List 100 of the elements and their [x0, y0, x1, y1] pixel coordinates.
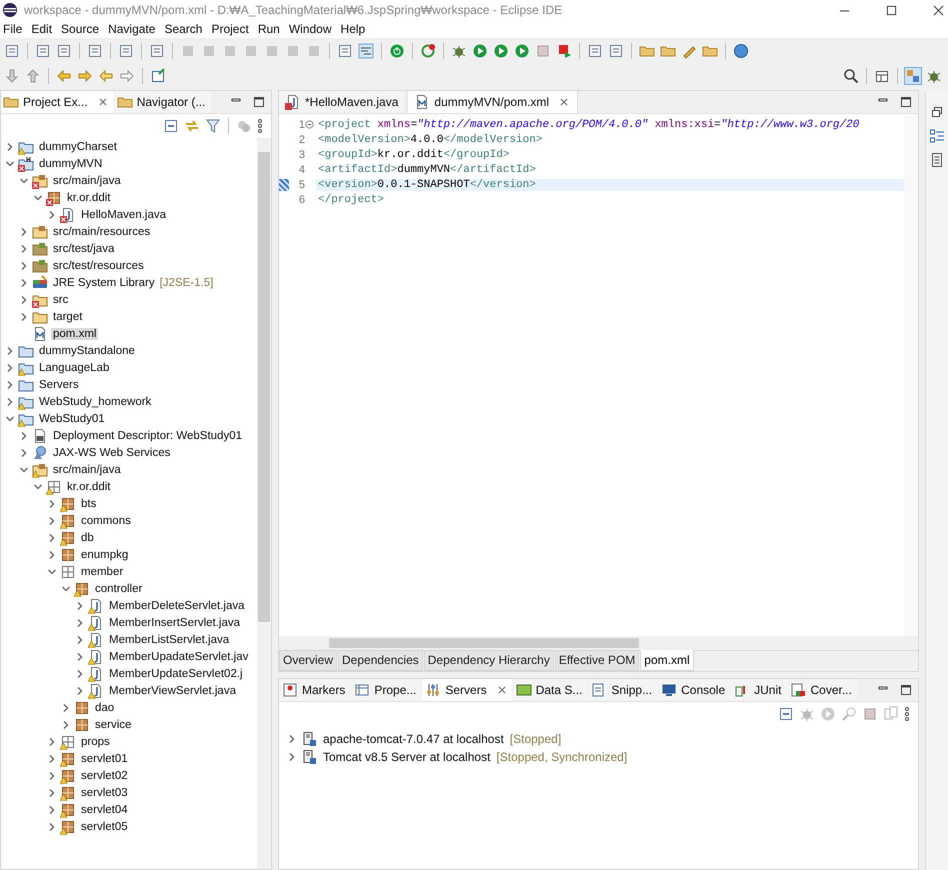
- expand-toggle-icon[interactable]: [5, 362, 15, 372]
- editor-tab[interactable]: dummyMVN/pom.xml: [408, 91, 578, 113]
- tree-item[interactable]: MemberUpdateServlet02.j: [107, 668, 245, 680]
- maximize-icon[interactable]: [900, 684, 912, 696]
- tree-item[interactable]: src/main/java: [51, 464, 123, 476]
- tree-item[interactable]: servlet03: [79, 786, 130, 798]
- tree-item[interactable]: member: [79, 566, 126, 578]
- server-name[interactable]: apache-tomcat-7.0.47 at localhost: [321, 732, 506, 746]
- scrollbar-thumb[interactable]: [329, 638, 639, 648]
- globe-icon[interactable]: [733, 42, 749, 58]
- back-arrow-icon[interactable]: [98, 68, 114, 84]
- expand-toggle-icon[interactable]: [47, 516, 57, 526]
- expand-toggle-icon[interactable]: [47, 804, 57, 814]
- view-tab[interactable]: Navigator (...: [114, 91, 212, 113]
- expand-toggle-icon[interactable]: [47, 754, 57, 764]
- tree-item[interactable]: MemberUpadateServlet.jav: [107, 650, 250, 662]
- expand-toggle-icon[interactable]: [61, 720, 71, 730]
- maximize-icon[interactable]: [900, 96, 912, 108]
- maximize-icon[interactable]: [253, 96, 265, 108]
- toolbar-icon[interactable]: [118, 42, 134, 58]
- expand-toggle-icon[interactable]: [47, 788, 57, 798]
- tree-item[interactable]: MemberListServlet.java: [107, 634, 232, 646]
- expand-toggle-icon[interactable]: [5, 396, 15, 406]
- tree-item[interactable]: src/test/resources: [51, 260, 146, 272]
- view-tab[interactable]: Cover...: [787, 679, 857, 701]
- tree-item[interactable]: dummyCharset: [37, 140, 119, 152]
- page-tab[interactable]: Overview: [279, 651, 338, 671]
- expand-toggle-icon[interactable]: [19, 260, 29, 270]
- expand-toggle-icon[interactable]: [75, 668, 85, 678]
- toolbar-icon[interactable]: [608, 42, 624, 58]
- view-tab[interactable]: Project Ex...: [1, 91, 114, 113]
- expand-toggle-icon[interactable]: [5, 346, 15, 356]
- view-tab[interactable]: Prope...: [351, 679, 422, 701]
- expand-toggle-icon[interactable]: [19, 176, 29, 186]
- tree-item[interactable]: servlet02: [79, 770, 130, 782]
- expand-toggle-icon[interactable]: [47, 736, 57, 746]
- tree-item[interactable]: kr.or.ddit: [65, 192, 112, 204]
- toolbar-icon[interactable]: [493, 42, 509, 58]
- tree-item[interactable]: service: [93, 718, 134, 730]
- tree-item[interactable]: servlet04: [79, 804, 130, 816]
- tree-item[interactable]: LanguageLab: [37, 362, 112, 374]
- toolbar-icon[interactable]: [556, 42, 572, 58]
- tree-item[interactable]: src/test/java: [51, 242, 116, 254]
- tree-item[interactable]: src/main/java: [51, 174, 123, 186]
- view-tab[interactable]: Snipp...: [588, 679, 658, 701]
- expand-toggle-icon[interactable]: [19, 278, 29, 288]
- toolbar-icon[interactable]: [587, 42, 603, 58]
- outline-icon[interactable]: [929, 128, 945, 144]
- toolbar-icon[interactable]: [150, 68, 166, 84]
- expand-toggle-icon[interactable]: [5, 158, 15, 168]
- tree-item[interactable]: JAX-WS Web Services: [51, 446, 172, 458]
- expand-toggle-icon[interactable]: [47, 550, 57, 560]
- fold-icon[interactable]: [305, 120, 314, 129]
- filter-icon[interactable]: [205, 118, 221, 134]
- toolbar-icon[interactable]: [87, 42, 103, 58]
- collapse-all-icon[interactable]: [778, 706, 794, 722]
- tree-item[interactable]: controller: [93, 582, 144, 594]
- page-tab[interactable]: pom.xml: [640, 650, 694, 671]
- tree-item[interactable]: enumpkg: [79, 548, 130, 560]
- document-icon[interactable]: [929, 152, 945, 168]
- expand-toggle-icon[interactable]: [47, 498, 57, 508]
- expand-toggle-icon[interactable]: [5, 380, 15, 390]
- expand-toggle-icon[interactable]: [5, 414, 15, 424]
- menu-item[interactable]: Help: [338, 22, 372, 36]
- view-tab[interactable]: Console: [658, 679, 730, 701]
- toolbar-icon[interactable]: [149, 42, 165, 58]
- tree-item[interactable]: src: [51, 294, 70, 306]
- expand-toggle-icon[interactable]: [75, 600, 85, 610]
- perspective-icon[interactable]: [905, 68, 921, 84]
- expand-toggle-icon[interactable]: [47, 210, 57, 220]
- expand-toggle-icon[interactable]: [47, 770, 57, 780]
- view-menu-icon[interactable]: [904, 706, 910, 722]
- view-menu-icon[interactable]: [257, 118, 263, 134]
- editor-tab[interactable]: *HelloMaven.java: [279, 91, 408, 113]
- expand-toggle-icon[interactable]: [61, 702, 71, 712]
- play-icon[interactable]: [472, 42, 488, 58]
- tree-item[interactable]: target: [51, 310, 84, 322]
- expand-toggle-icon[interactable]: [19, 226, 29, 236]
- expand-toggle-icon[interactable]: [19, 464, 29, 474]
- forward-arrow-icon[interactable]: [119, 68, 135, 84]
- refresh-icon[interactable]: [420, 42, 436, 58]
- tree-item[interactable]: dummyMVN: [37, 158, 104, 170]
- tree-item[interactable]: pom.xml: [51, 328, 98, 340]
- toolbar-icon[interactable]: [4, 42, 20, 58]
- expand-toggle-icon[interactable]: [47, 532, 57, 542]
- collapse-all-icon[interactable]: [163, 118, 179, 134]
- view-tab[interactable]: Data S...: [512, 679, 588, 701]
- tree-item[interactable]: MemberViewServlet.java: [107, 684, 238, 696]
- expand-toggle-icon[interactable]: [5, 142, 15, 152]
- menu-item[interactable]: Search: [161, 22, 208, 36]
- page-tab[interactable]: Dependencies: [338, 651, 423, 671]
- menu-item[interactable]: File: [0, 22, 28, 36]
- tree-item[interactable]: servlet01: [79, 752, 130, 764]
- scrollbar-thumb[interactable]: [258, 152, 270, 622]
- expand-toggle-icon[interactable]: [61, 584, 71, 594]
- expand-toggle-icon[interactable]: [19, 448, 29, 458]
- tree-item[interactable]: src/main/resources: [51, 226, 152, 238]
- forward-arrow-icon[interactable]: [77, 68, 93, 84]
- tree-item[interactable]: Servers: [37, 378, 81, 390]
- menu-item[interactable]: Run: [254, 22, 286, 36]
